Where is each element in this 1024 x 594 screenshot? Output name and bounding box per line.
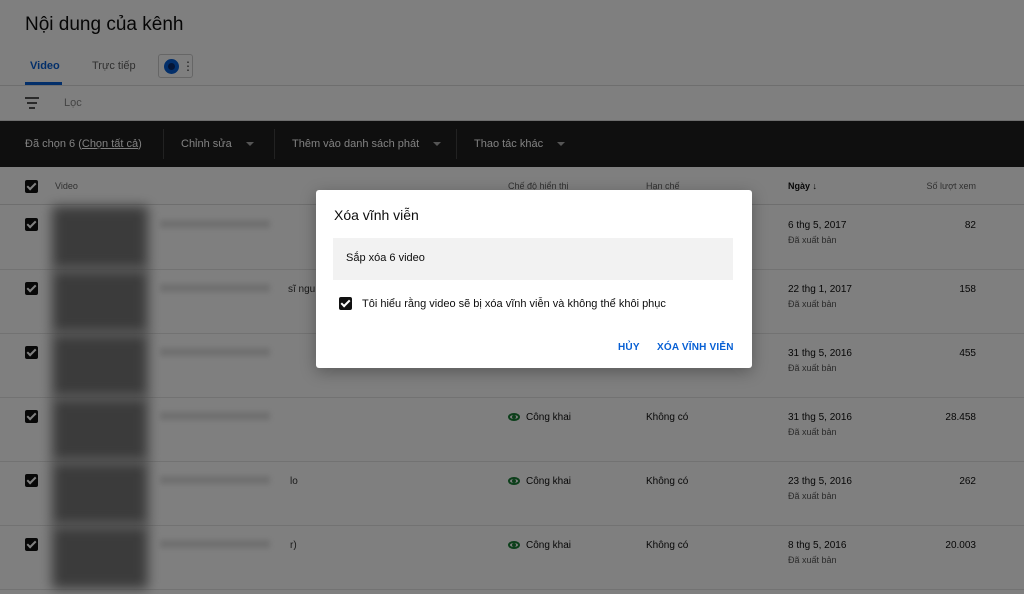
- delete-permanently-button[interactable]: XÓA VĨNH VIỄN: [657, 342, 734, 353]
- confirm-checkbox[interactable]: [339, 297, 352, 310]
- dialog-message: Sắp xóa 6 video: [346, 252, 425, 264]
- confirm-label[interactable]: Tôi hiểu rằng video sẽ bị xóa vĩnh viễn …: [362, 298, 666, 310]
- delete-permanently-dialog: Xóa vĩnh viễn Sắp xóa 6 video Tôi hiểu r…: [316, 190, 752, 368]
- dialog-message-box: Sắp xóa 6 video: [333, 238, 733, 280]
- dialog-title: Xóa vĩnh viễn: [334, 207, 419, 223]
- cancel-button[interactable]: HỦY: [618, 342, 640, 353]
